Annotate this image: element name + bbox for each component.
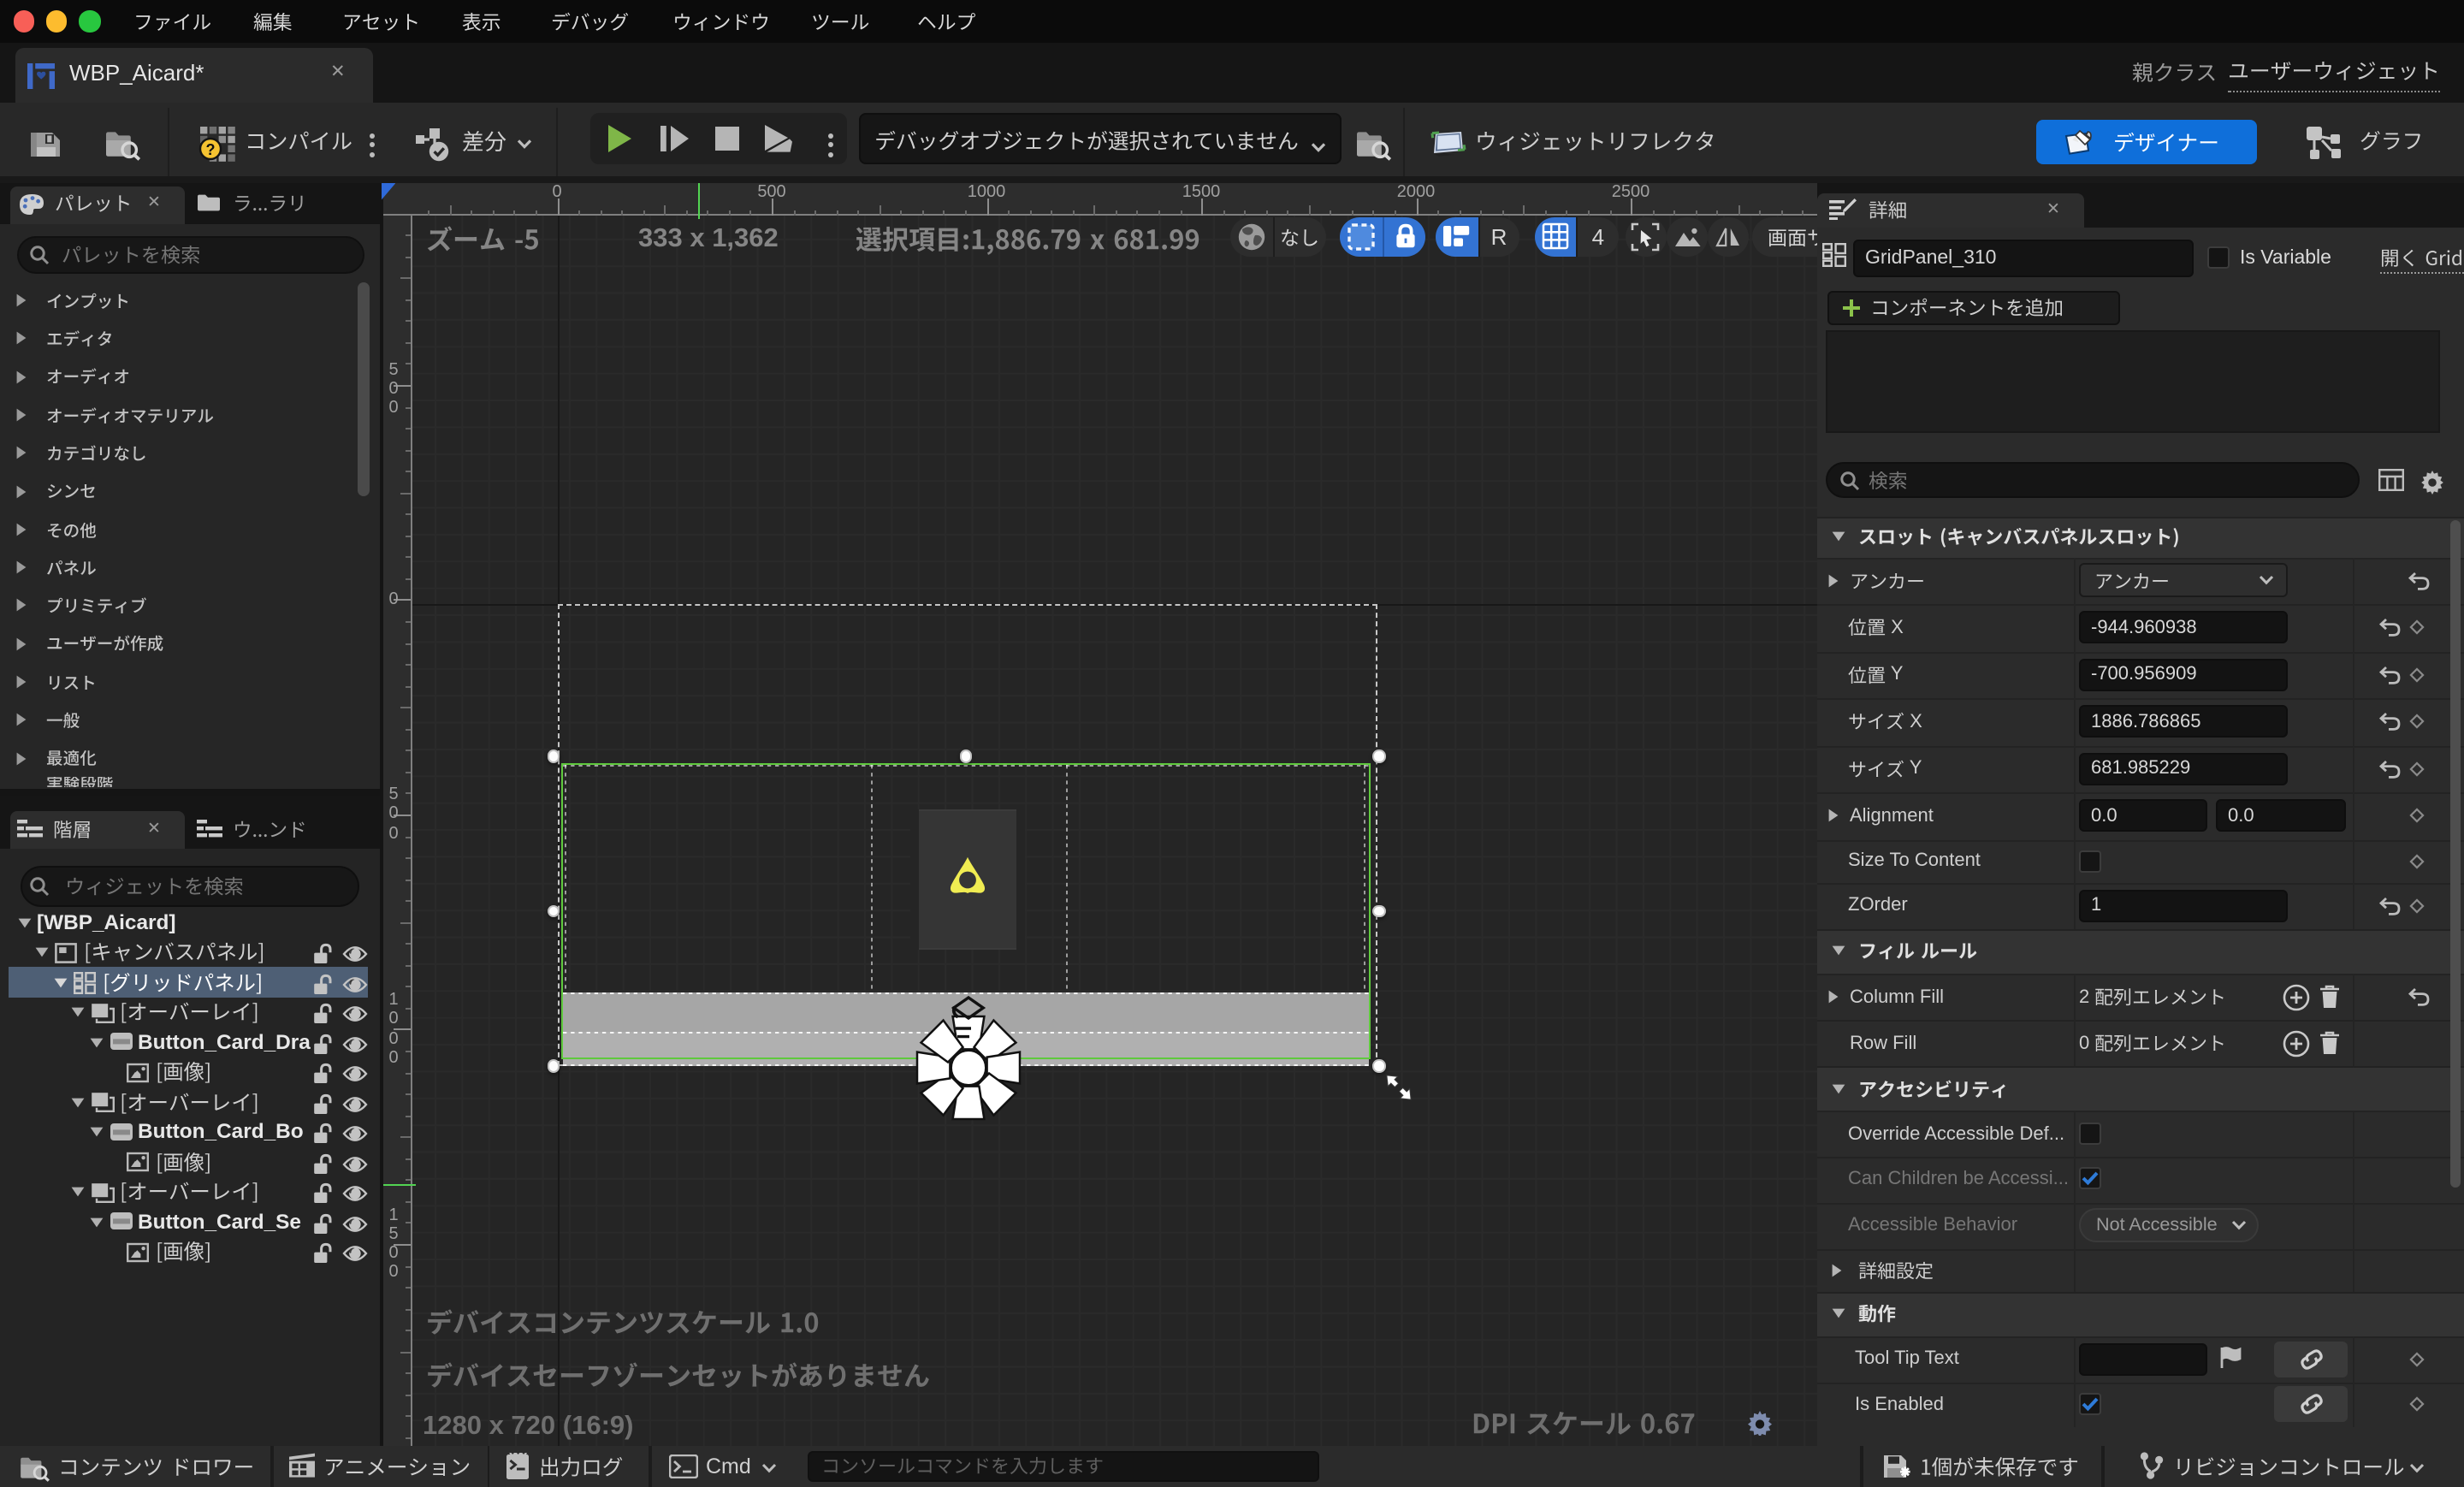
svg-text:?: ? xyxy=(206,141,216,158)
